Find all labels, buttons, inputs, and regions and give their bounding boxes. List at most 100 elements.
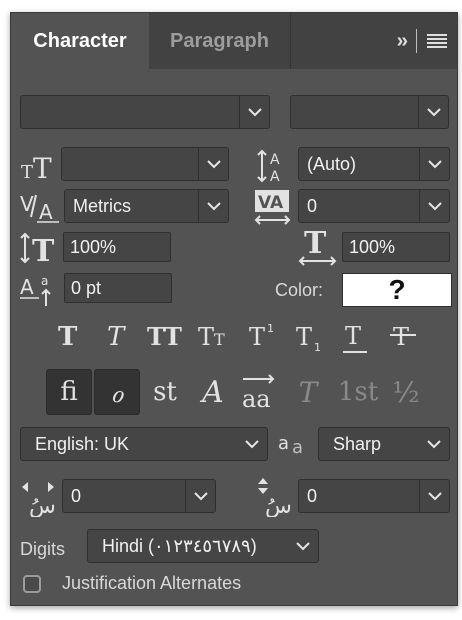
discretionary-ligatures-icon[interactable]: st	[147, 371, 183, 413]
svg-text:T: T	[58, 322, 78, 352]
chevron-down-icon[interactable]	[185, 480, 215, 512]
svg-text:1: 1	[314, 341, 321, 354]
tracking-dropdown[interactable]: 0	[298, 189, 450, 223]
anti-aliasing-dropdown[interactable]: Sharp	[318, 427, 450, 461]
justification-alternates-checkbox[interactable]	[23, 575, 41, 593]
svg-text:A: A	[39, 200, 53, 224]
svg-text:a: a	[41, 274, 48, 288]
svg-text:T: T	[249, 323, 265, 351]
swash-icon[interactable]: A	[195, 371, 231, 413]
svg-text:VA: VA	[258, 193, 284, 213]
font-size-dropdown[interactable]	[61, 147, 229, 181]
kerning-icon: V A	[20, 192, 59, 224]
baseline-shift-input[interactable]: 0 pt	[64, 273, 172, 303]
chevron-down-icon[interactable]	[237, 428, 267, 460]
ordinals-icon[interactable]: 1st	[335, 371, 381, 413]
diacritic-vertical-value: 0	[307, 486, 318, 506]
contextual-alternates-glyph: ℴ	[110, 375, 124, 409]
kerning-value: Metrics	[73, 196, 131, 216]
chevron-down-icon[interactable]	[418, 96, 448, 128]
color-swatch[interactable]: ?	[342, 273, 452, 307]
divider	[416, 29, 417, 53]
svg-text:T: T	[21, 162, 33, 183]
character-panel: Character Paragraph ›› T T A A (Auto) V …	[10, 12, 458, 606]
svg-text:A: A	[20, 275, 34, 299]
chevron-down-icon[interactable]	[288, 530, 318, 562]
baseline-shift-icon: A a	[20, 274, 51, 306]
svg-text:TT: TT	[147, 322, 182, 351]
small-caps-icon[interactable]: T T	[196, 319, 232, 353]
language-value: English: UK	[35, 434, 130, 454]
vertical-scale-icon: T	[20, 232, 55, 265]
tab-character[interactable]: Character	[11, 13, 149, 69]
contextual-alternates-button[interactable]: ℴ	[94, 369, 140, 415]
justification-alternates-label: Justification Alternates	[62, 573, 242, 593]
standard-ligatures-button[interactable]: fi	[46, 369, 92, 415]
anti-aliasing-value: Sharp	[333, 434, 382, 454]
language-dropdown[interactable]: English: UK	[20, 427, 268, 461]
diacritic-horizontal-dropdown[interactable]: 0	[62, 479, 216, 513]
svg-text:A: A	[270, 169, 280, 185]
panel-menu-icon[interactable]	[427, 34, 447, 48]
strikethrough-icon[interactable]: T	[389, 319, 419, 353]
horizontal-scale-icon: T	[298, 227, 337, 266]
faux-bold-icon[interactable]: T	[54, 319, 84, 353]
digits-value: Hindi (٠١٢٣٤٥٦٧٨٩)	[102, 536, 257, 556]
panel-tab-bar: Character Paragraph ››	[11, 13, 457, 69]
chevron-down-icon[interactable]	[419, 428, 449, 460]
chevron-down-icon[interactable]	[419, 148, 449, 180]
faux-italic-icon[interactable]: T	[103, 319, 133, 353]
leading-icon: A A	[257, 149, 280, 185]
diacritic-vertical-dropdown[interactable]: 0	[298, 479, 450, 513]
stylistic-alternates-icon[interactable]: aa	[239, 371, 279, 415]
color-label: Color:	[275, 280, 324, 300]
svg-text:T: T	[33, 152, 52, 183]
svg-text:a: a	[278, 433, 289, 454]
underline-icon[interactable]: T	[341, 319, 371, 357]
svg-text:a: a	[292, 437, 303, 458]
digits-dropdown[interactable]: Hindi (٠١٢٣٤٥٦٧٨٩)	[87, 529, 319, 563]
ligature-fi-glyph: fi	[60, 377, 78, 407]
digits-label: Digits	[20, 539, 66, 559]
font-family-dropdown[interactable]	[20, 95, 270, 129]
svg-text:سُ: سُ	[29, 494, 56, 517]
subscript-icon[interactable]: T 1	[294, 319, 328, 355]
svg-text:A: A	[270, 152, 280, 168]
tracking-value: 0	[307, 196, 318, 216]
svg-text:T: T	[296, 323, 312, 351]
diacritic-horizontal-value: 0	[71, 486, 82, 506]
leading-dropdown[interactable]: (Auto)	[298, 147, 450, 181]
svg-text:T: T	[345, 322, 361, 350]
collapse-panel-icon[interactable]: ››	[397, 30, 408, 53]
fractions-icon[interactable]: ½	[389, 371, 423, 413]
chevron-down-icon[interactable]	[198, 148, 228, 180]
chevron-down-icon[interactable]	[198, 190, 228, 222]
panel-controls: ››	[397, 13, 447, 69]
font-style-dropdown[interactable]	[290, 95, 449, 129]
svg-text:T: T	[304, 227, 327, 261]
svg-text:1: 1	[267, 322, 274, 335]
svg-text:سُ: سُ	[265, 494, 292, 517]
chevron-down-icon[interactable]	[419, 190, 449, 222]
svg-text:T: T	[214, 330, 225, 349]
kerning-dropdown[interactable]: Metrics	[64, 189, 229, 223]
vertical-scale-input[interactable]: 100%	[63, 232, 171, 262]
all-caps-icon[interactable]: TT	[145, 319, 185, 353]
svg-text:T: T	[393, 323, 409, 351]
chevron-down-icon[interactable]	[239, 96, 269, 128]
leading-value: (Auto)	[307, 154, 357, 174]
chevron-down-icon[interactable]	[419, 480, 449, 512]
svg-text:T: T	[107, 322, 126, 352]
tab-paragraph[interactable]: Paragraph	[149, 13, 291, 69]
svg-text:T: T	[32, 234, 55, 265]
superscript-icon[interactable]: T 1	[247, 319, 281, 353]
font-size-icon: T T	[21, 152, 52, 183]
anti-aliasing-icon: a a	[278, 433, 303, 458]
tracking-icon: VA	[254, 190, 291, 225]
svg-text:T: T	[198, 323, 214, 351]
titling-alternates-icon[interactable]: T	[291, 371, 325, 413]
horizontal-scale-input[interactable]: 100%	[342, 232, 450, 262]
diacritic-horizontal-icon: سُ	[22, 482, 56, 517]
svg-text:aa: aa	[242, 385, 271, 413]
diacritic-vertical-icon: سُ	[258, 478, 292, 517]
